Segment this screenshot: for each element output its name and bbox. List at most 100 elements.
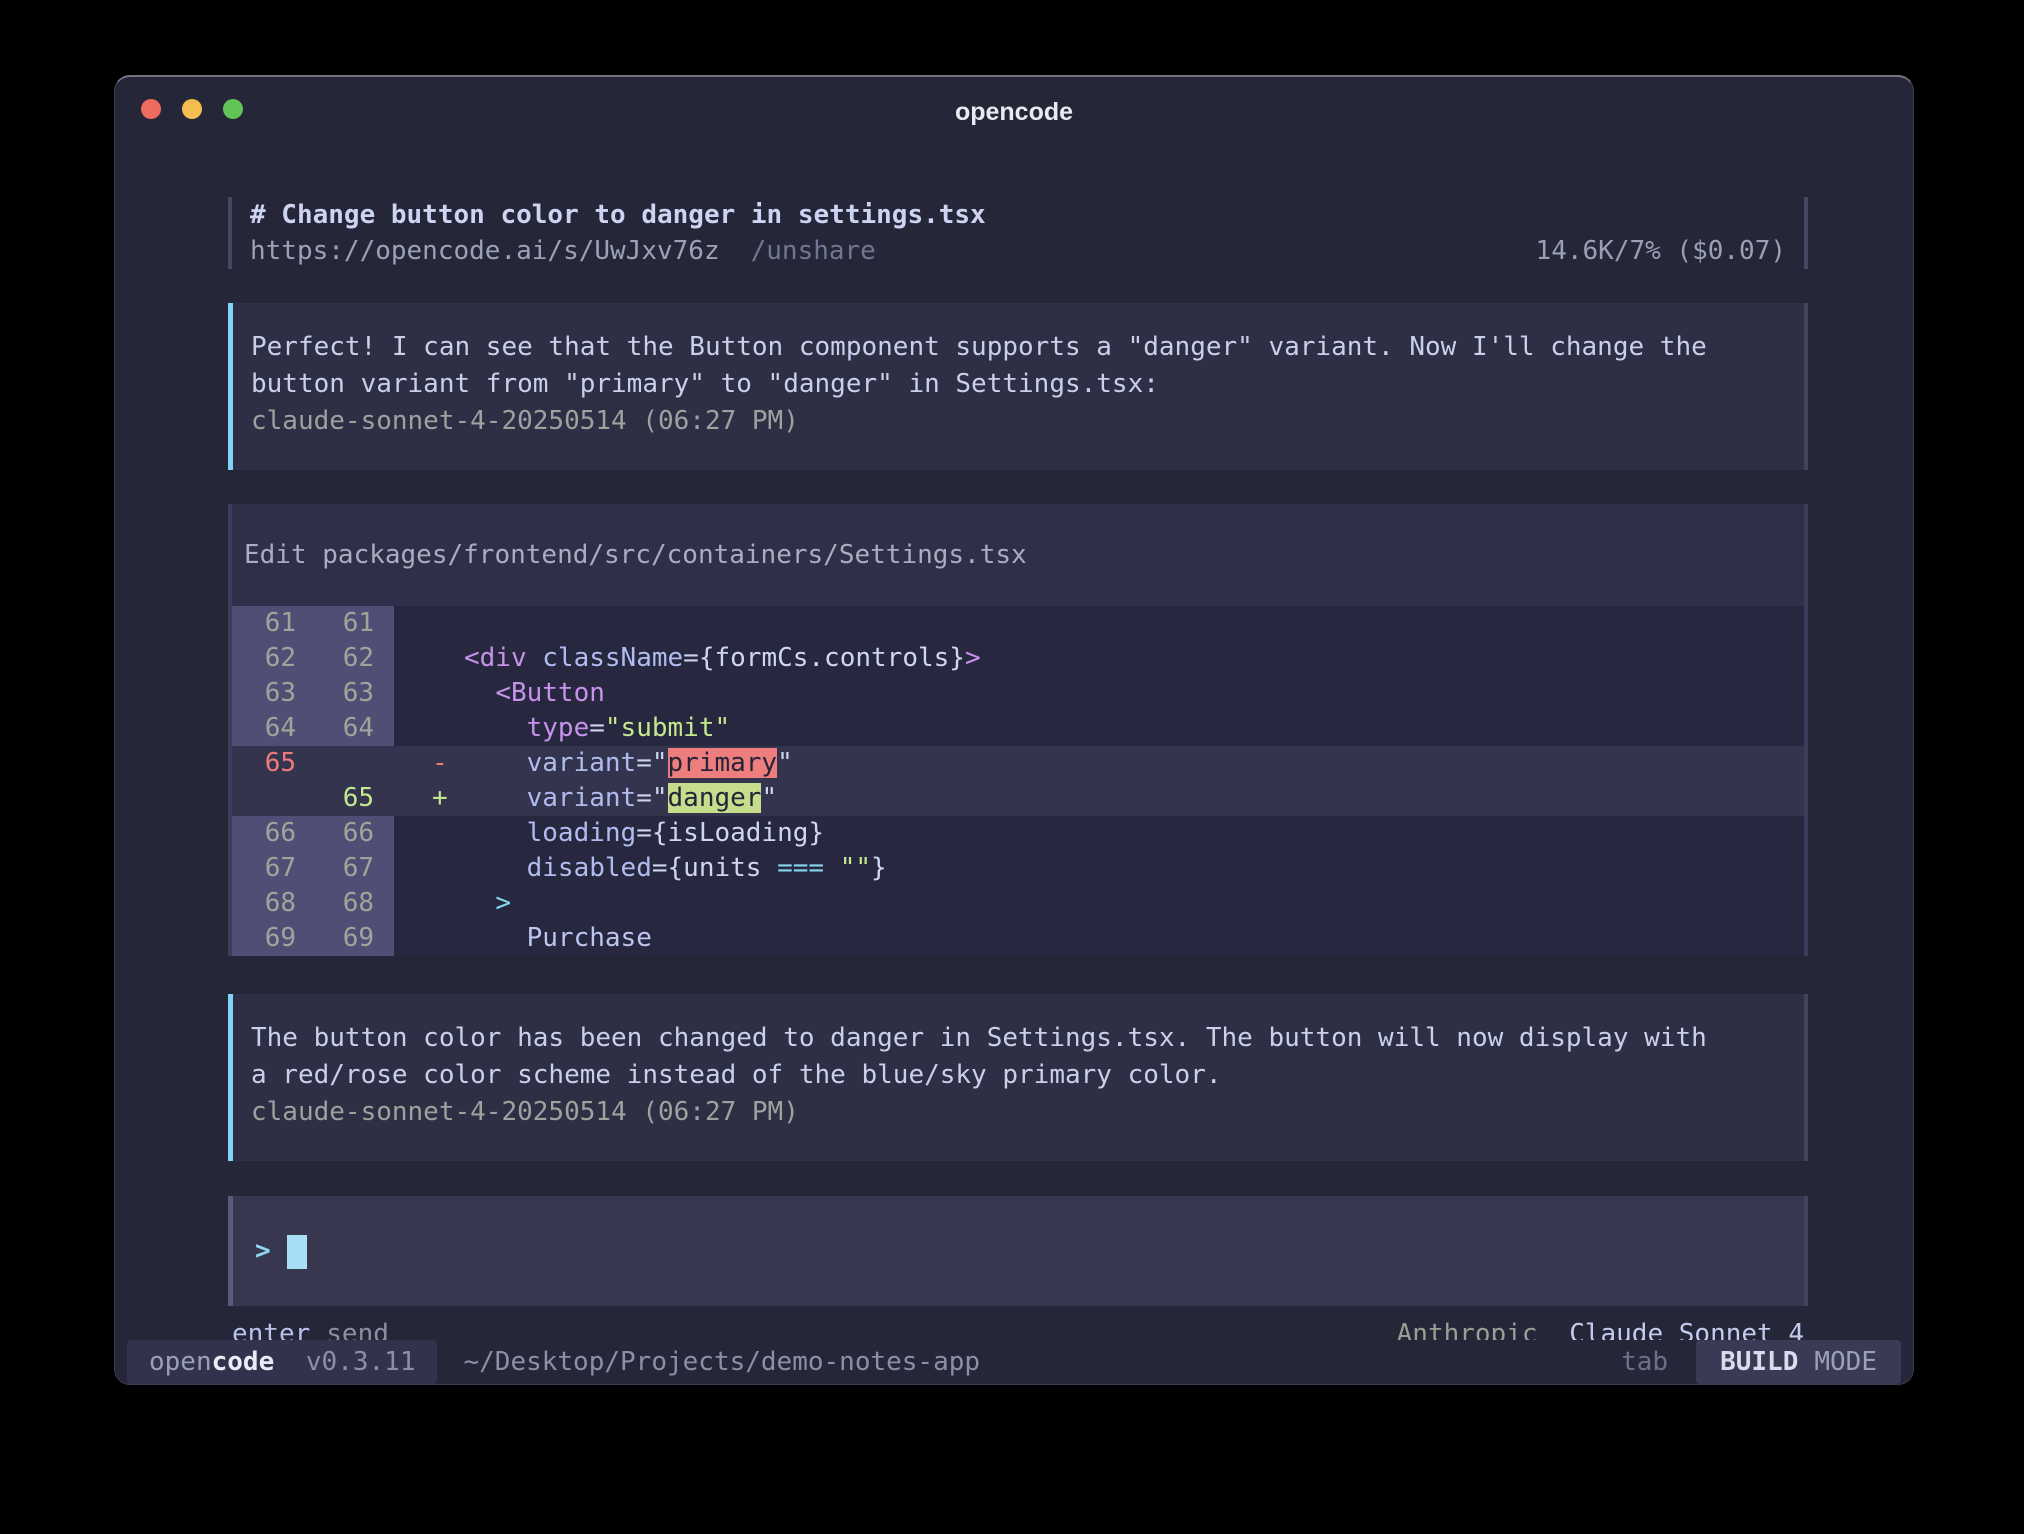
code-token: loading [527, 818, 637, 848]
code-token: " [777, 748, 793, 778]
code-token: > [495, 888, 511, 918]
diff-row: 6666 loading={isLoading} [232, 816, 1804, 851]
mode-chip: BUILD MODE [1696, 1340, 1901, 1384]
unshare-command: /unshare [751, 233, 876, 269]
code-token: } [871, 853, 887, 883]
old-line-number: 63 [232, 676, 316, 711]
session-title: # Change button color to danger in setti… [250, 197, 1786, 233]
prompt-input[interactable]: > [228, 1196, 1808, 1306]
code-token [464, 923, 527, 953]
diff-marker [394, 641, 464, 676]
message-line: The button color has been changed to dan… [251, 1020, 1786, 1057]
diff-marker [394, 711, 464, 746]
new-line-number: 64 [316, 711, 394, 746]
diff-row: 6363 <Button [232, 676, 1804, 711]
code-token: =" [636, 783, 667, 813]
share-url: https://opencode.ai/s/UwJxv76z [250, 233, 720, 269]
old-line-number: 69 [232, 921, 316, 956]
new-line-number: 65 [316, 781, 394, 816]
title-bar: opencode [115, 77, 1913, 141]
code-token [527, 643, 543, 673]
new-line-number: 67 [316, 851, 394, 886]
opencode-window: opencode # Change button color to danger… [114, 75, 1914, 1385]
code-token [464, 818, 527, 848]
diff-row: 65 - variant="primary" [232, 746, 1804, 781]
old-line-number: 67 [232, 851, 316, 886]
diff-row: 6969 Purchase [232, 921, 1804, 956]
diff-code-line: variant="danger" [464, 781, 1804, 816]
code-token: variant [527, 748, 637, 778]
old-line-number: 62 [232, 641, 316, 676]
diff-row: 65+ variant="danger" [232, 781, 1804, 816]
assistant-message: The button color has been changed to dan… [228, 994, 1808, 1161]
diff-code-line: <Button [464, 676, 1804, 711]
code-token: =" [636, 748, 667, 778]
prompt-symbol: > [255, 1236, 271, 1266]
code-token: === [777, 853, 824, 883]
new-line-number [316, 746, 394, 781]
code-token: className [542, 643, 683, 673]
message-line: a red/rose color scheme instead of the b… [251, 1057, 1786, 1094]
code-token: = [683, 643, 699, 673]
working-directory: ~/Desktop/Projects/demo-notes-app [463, 1340, 980, 1384]
diff-marker [394, 606, 464, 641]
new-line-number: 62 [316, 641, 394, 676]
app-version-chip: opencode v0.3.11 [127, 1340, 437, 1384]
message-model-meta: claude-sonnet-4-20250514 (06:27 PM) [251, 1094, 1786, 1131]
code-token: <Button [495, 678, 605, 708]
session-subline: https://opencode.ai/s/UwJxv76z /unshare … [250, 233, 1786, 269]
code-token: > [965, 643, 981, 673]
diff-code-line: variant="primary" [464, 746, 1804, 781]
new-line-number: 66 [316, 816, 394, 851]
diff-row: 6161 [232, 606, 1804, 641]
new-line-number: 61 [316, 606, 394, 641]
diff-marker: + [394, 781, 464, 816]
diff-code-line: disabled={units === ""} [464, 851, 1804, 886]
status-bar: opencode v0.3.11 ~/Desktop/Projects/demo… [115, 1340, 1913, 1384]
old-line-number [232, 781, 316, 816]
message-model-meta: claude-sonnet-4-20250514 (06:27 PM) [251, 403, 1786, 440]
diff-rows: 61616262<div className={formCs.controls}… [232, 606, 1804, 956]
mode-build-label: BUILD [1720, 1347, 1798, 1377]
status-bar-right: tab BUILDMODE [1621, 1340, 1901, 1384]
code-token: disabled [527, 853, 652, 883]
code-token: {formCs.controls} [699, 643, 965, 673]
code-token [464, 853, 527, 883]
diff-row: 6464 type="submit" [232, 711, 1804, 746]
session-header: # Change button color to danger in setti… [228, 197, 1808, 269]
mode-mode-label: MODE [1814, 1347, 1877, 1377]
code-token: {isLoading} [652, 818, 824, 848]
old-line-number: 64 [232, 711, 316, 746]
diff-row: 6767 disabled={units === ""} [232, 851, 1804, 886]
code-token: danger [668, 783, 762, 813]
code-token: = [636, 818, 652, 848]
diff-row: 6868 > [232, 886, 1804, 921]
diff-code-line [464, 606, 1804, 641]
code-token: = [589, 713, 605, 743]
diff-marker [394, 921, 464, 956]
code-token: = [652, 853, 668, 883]
diff-marker [394, 886, 464, 921]
code-token: variant [527, 783, 637, 813]
code-token: Purchase [527, 923, 652, 953]
new-line-number: 68 [316, 886, 394, 921]
window-title: opencode [115, 77, 1913, 141]
old-line-number: 61 [232, 606, 316, 641]
code-token: " [761, 783, 777, 813]
text-cursor [287, 1235, 307, 1269]
assistant-message: Perfect! I can see that the Button compo… [228, 303, 1808, 470]
diff-marker: - [394, 746, 464, 781]
old-line-number: 65 [232, 746, 316, 781]
code-token [824, 853, 840, 883]
diff-marker [394, 676, 464, 711]
new-line-number: 69 [316, 921, 394, 956]
code-token: <div [464, 643, 527, 673]
diff-code-line: <div className={formCs.controls}> [464, 641, 1804, 676]
diff-code-line: > [464, 886, 1804, 921]
message-line: button variant from "primary" to "danger… [251, 366, 1786, 403]
code-token: "" [840, 853, 871, 883]
old-line-number: 68 [232, 886, 316, 921]
diff-code-line: Purchase [464, 921, 1804, 956]
code-token [464, 748, 527, 778]
edit-tool-title: Edit packages/frontend/src/containers/Se… [232, 504, 1804, 606]
